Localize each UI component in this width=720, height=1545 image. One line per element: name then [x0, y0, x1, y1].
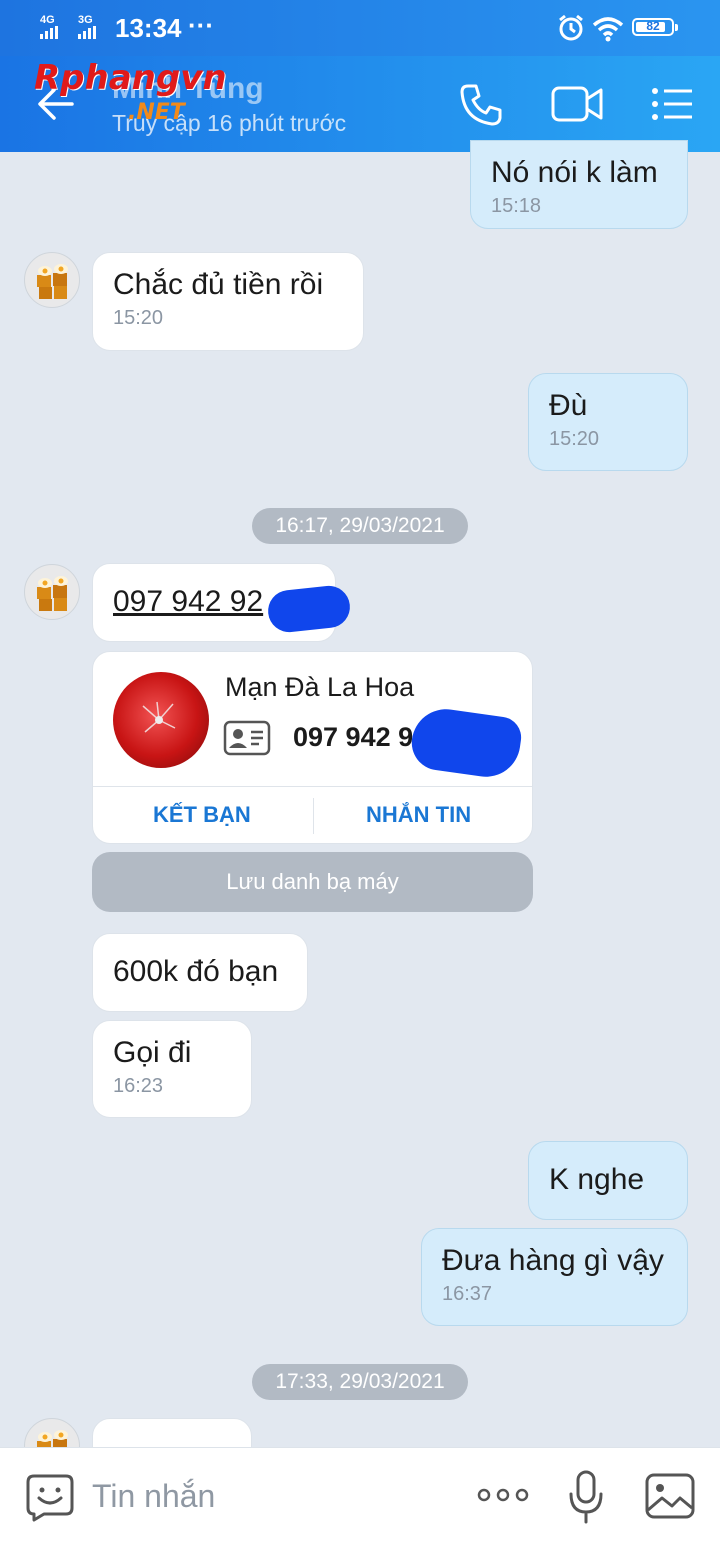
message-bubble-sent[interactable]: Đưa hàng gì vậy 16:37 — [421, 1228, 688, 1326]
contact-id-icon — [223, 720, 271, 756]
watermark-logo-suffix: .NET — [128, 100, 185, 125]
more-icon[interactable] — [476, 1486, 530, 1504]
status-bar: 4G 3G 13:34 ··· 82 — [0, 0, 720, 56]
message-composer: Tin nhắn — [0, 1447, 720, 1545]
card-vertical-divider — [313, 798, 314, 834]
message-input[interactable]: Tin nhắn — [92, 1478, 215, 1515]
watermark-logo: Rphangvn — [34, 58, 227, 98]
card-avatar — [113, 672, 209, 768]
add-friend-button[interactable]: KẾT BẠN — [153, 802, 251, 828]
phone-icon[interactable] — [458, 82, 504, 128]
message-bubble-sent[interactable]: Nó nói k làm 15:18 — [470, 140, 688, 229]
message-text: Chắc đủ tiền rồi — [113, 268, 324, 301]
more-notifications: ··· — [188, 10, 214, 40]
message-text: Đù — [549, 389, 588, 422]
video-call-icon[interactable] — [550, 84, 604, 124]
message-bubble-sent[interactable]: K nghe — [528, 1141, 688, 1220]
battery-level: 82 — [646, 19, 660, 33]
message-bubble-received[interactable]: Chắc đủ tiền rồi 15:20 — [92, 252, 364, 351]
contact-avatar[interactable] — [24, 564, 80, 620]
message-time: 16:37 — [442, 1283, 493, 1305]
spider-lily-image — [142, 701, 176, 733]
message-text: 600k đó bạn — [113, 955, 279, 988]
redaction-scribble — [266, 583, 352, 635]
signal-bars-2-icon — [78, 26, 96, 39]
message-time: 16:23 — [113, 1075, 164, 1097]
wifi-icon — [592, 17, 624, 42]
message-bubble-received[interactable]: 600k đó bạn — [92, 933, 308, 1012]
alarm-icon — [559, 14, 583, 41]
card-phone: 097 942 9 — [293, 722, 414, 752]
message-text: Đưa hàng gì vậy — [442, 1244, 664, 1277]
avatar-image — [37, 264, 68, 299]
card-divider — [93, 786, 532, 787]
clock: 13:34 — [115, 13, 182, 43]
image-icon[interactable] — [644, 1472, 696, 1520]
date-separator: 16:17, 29/03/2021 — [252, 508, 468, 544]
message-text: Gọi đi — [113, 1036, 192, 1069]
avatar-image — [37, 576, 68, 611]
date-separator: 17:33, 29/03/2021 — [252, 1364, 468, 1400]
microphone-icon[interactable] — [568, 1470, 604, 1526]
signal-label-2: 3G — [78, 14, 93, 26]
message-text: Nó nói k làm — [491, 156, 658, 189]
message-bubble-received[interactable]: Gọi đi 16:23 — [92, 1020, 252, 1118]
chat-header: Minh Tùng Truy cập 16 phút trước Rphangv… — [0, 56, 720, 152]
signal-bars-1-icon — [40, 26, 58, 39]
battery-icon: 82 — [632, 18, 678, 36]
message-time: 15:20 — [549, 428, 600, 450]
message-time: 15:20 — [113, 307, 164, 329]
card-contact-name: Mạn Đà La Hoa — [225, 672, 415, 702]
menu-list-icon[interactable] — [650, 86, 694, 122]
send-message-button[interactable]: NHẮN TIN — [366, 802, 471, 828]
signal-label-1: 4G — [40, 14, 55, 26]
message-text: K nghe — [549, 1163, 645, 1196]
save-to-phone-contacts-button[interactable]: Lưu danh bạ máy — [92, 852, 533, 912]
message-bubble-sent[interactable]: Đù 15:20 — [528, 373, 688, 471]
message-time: 15:18 — [491, 195, 542, 217]
contact-avatar[interactable] — [24, 252, 80, 308]
emoji-icon[interactable] — [26, 1472, 74, 1522]
